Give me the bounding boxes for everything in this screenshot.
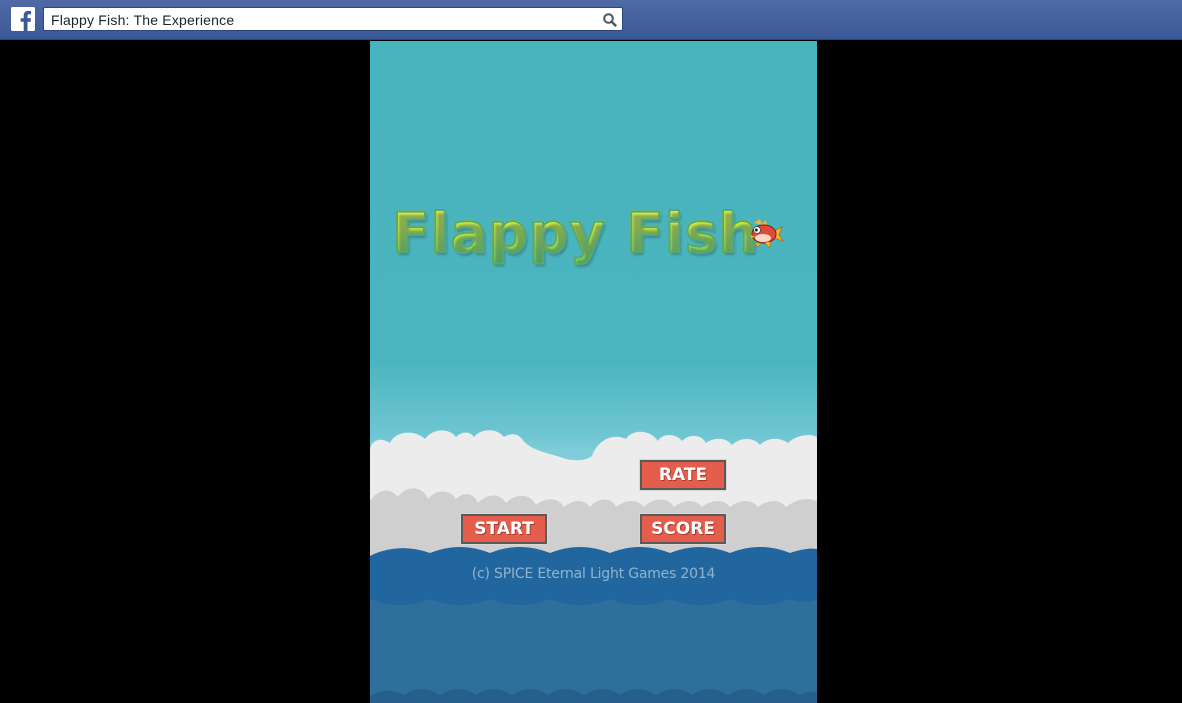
fish-icon [748, 217, 784, 251]
rate-button[interactable]: RATE [639, 459, 727, 491]
search-input-value[interactable]: Flappy Fish: The Experience [51, 12, 234, 28]
score-button[interactable]: SCORE [639, 513, 727, 545]
facebook-logo-icon[interactable] [11, 7, 35, 31]
game-background [370, 430, 817, 703]
search-icon[interactable] [602, 12, 618, 28]
facebook-top-bar: Flappy Fish: The Experience [0, 0, 1182, 40]
search-field[interactable]: Flappy Fish: The Experience [43, 7, 623, 31]
game-canvas[interactable]: Flappy Fish RATE START SCORE (c) SPICE E… [370, 41, 817, 703]
start-button[interactable]: START [460, 513, 548, 545]
copyright-text: (c) SPICE Eternal Light Games 2014 [471, 566, 716, 582]
game-title: Flappy Fish [391, 200, 759, 266]
water-deep [370, 599, 817, 703]
